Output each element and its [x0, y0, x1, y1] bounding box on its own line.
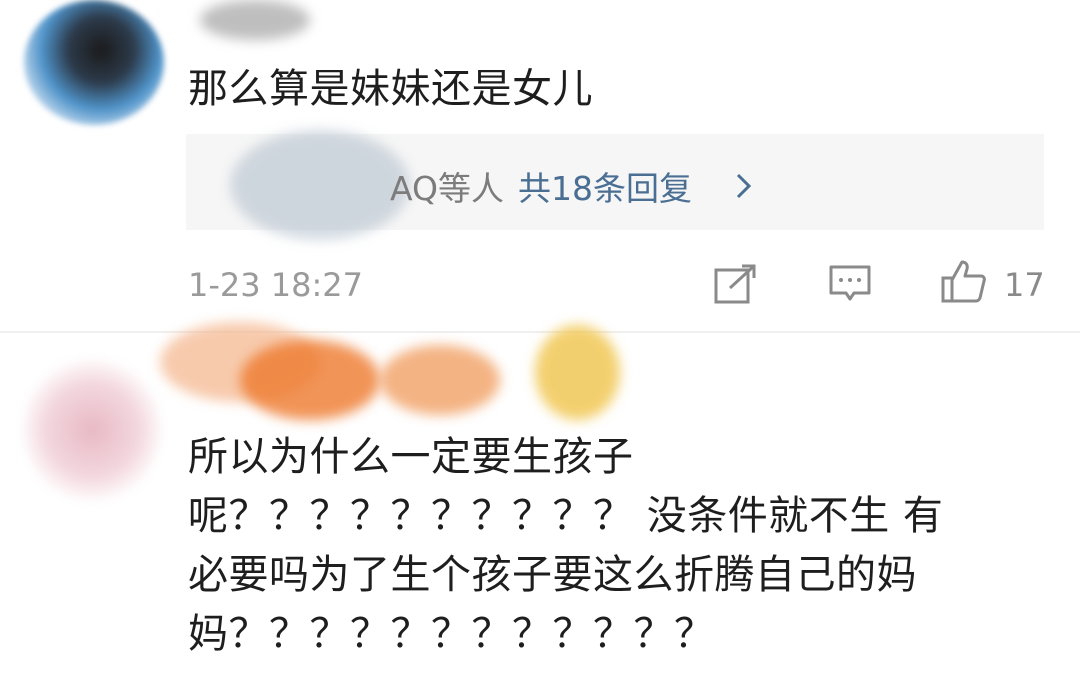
reply-users: AQ等人: [390, 169, 504, 208]
comment-line: 必要吗为了生个孩子要这么折腾自己的妈: [188, 552, 917, 598]
avatar[interactable]: [24, 0, 164, 125]
view-replies-link[interactable]: 共18条回复: [518, 162, 692, 210]
timestamp: 1-23 18:27: [188, 266, 364, 304]
comment-text: 那么算是妹妹还是女儿: [188, 66, 593, 112]
reply-user-redaction: [230, 130, 410, 240]
thumbs-up-icon[interactable]: [940, 258, 988, 304]
chevron-right-icon[interactable]: [734, 172, 754, 200]
username-redaction: [240, 340, 380, 420]
comment-line: 妈？？？？？？？？？？？？: [188, 611, 715, 657]
comment-line: 呢？？？？？？？？？？ 没条件就不生 有: [188, 493, 944, 539]
avatar[interactable]: [22, 355, 162, 505]
like-count: 17: [1004, 266, 1045, 304]
username-redaction: [200, 0, 310, 40]
comment-icon[interactable]: [828, 264, 872, 304]
username-redaction: [380, 345, 500, 415]
comment-line: 所以为什么一定要生孩子: [188, 434, 634, 480]
share-icon[interactable]: [714, 264, 758, 304]
username-redaction: [535, 325, 620, 420]
divider: [0, 331, 1080, 333]
